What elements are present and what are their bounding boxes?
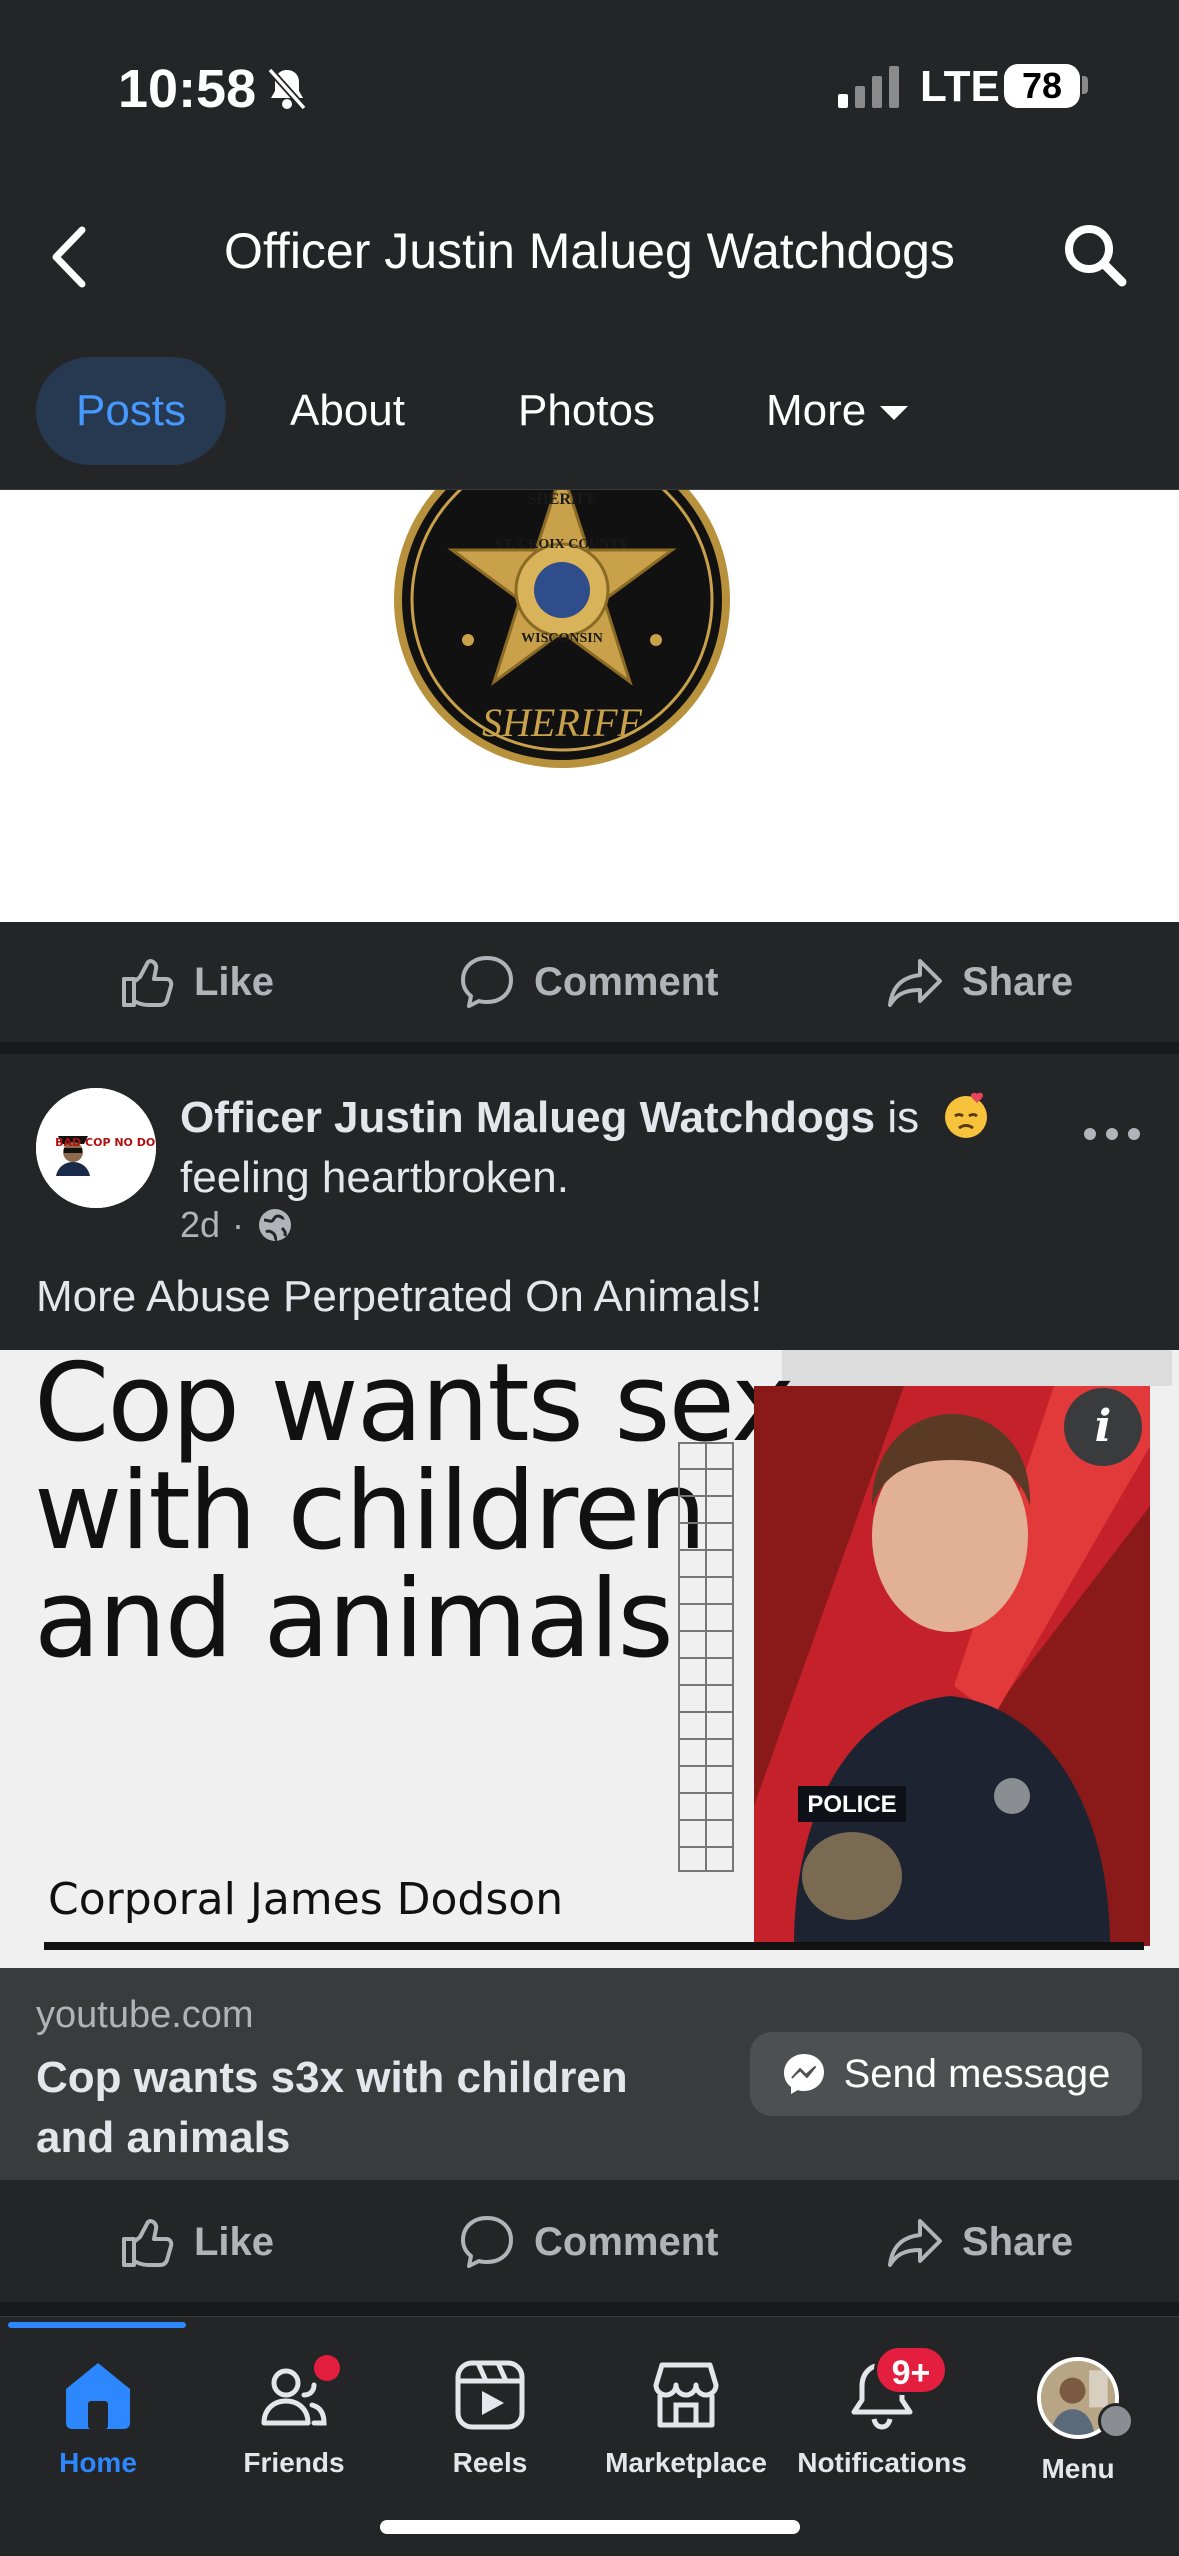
nav-marketplace-label: Marketplace	[605, 2447, 767, 2478]
tab-posts[interactable]: Posts	[36, 357, 226, 465]
post-author-line: Officer Justin Malueg Watchdogs is feeli…	[180, 1088, 1060, 1208]
share-arrow-icon	[888, 959, 942, 1007]
nav-menu[interactable]: Menu	[980, 2357, 1176, 2487]
tab-photos[interactable]: Photos	[518, 357, 655, 465]
share-label: Share	[962, 2219, 1074, 2264]
back-icon[interactable]	[46, 222, 96, 292]
send-message-button[interactable]: Send message	[750, 2032, 1142, 2116]
meta-dot: ·	[232, 1204, 245, 1245]
comment-label: Comment	[534, 2219, 719, 2264]
profile-tabs: Posts About Photos More	[0, 345, 1179, 490]
nav-friends-label: Friends	[243, 2447, 345, 2478]
thumb-top-band	[782, 1350, 1172, 1386]
feeling-prefix: is	[887, 1093, 920, 1142]
comment-label: Comment	[534, 959, 719, 1004]
author-name[interactable]: Officer Justin Malueg Watchdogs	[180, 1093, 875, 1142]
officer-photo: POLICE	[754, 1386, 1150, 1946]
heartbroken-emoji-icon	[945, 1092, 988, 1138]
home-indicator[interactable]	[380, 2520, 800, 2534]
post-text: More Abuse Perpetrated On Animals!	[36, 1272, 763, 1321]
nav-friends[interactable]: Friends	[196, 2355, 392, 2487]
comment-bubble-icon	[461, 2216, 513, 2268]
nav-marketplace[interactable]: Marketplace	[588, 2357, 784, 2487]
marketplace-icon	[653, 2362, 719, 2428]
badge-state-text: WISCONSIN	[521, 631, 603, 646]
badge-ring-text: ST. CROIX COUNTY	[495, 537, 629, 552]
nav-home[interactable]: Home	[0, 2357, 196, 2487]
status-bar: 10:58 LTE 78	[0, 0, 1179, 170]
page-header: Officer Justin Malueg Watchdogs	[0, 170, 1179, 345]
post-time[interactable]: 2d	[180, 1204, 220, 1246]
like-button[interactable]: Like	[118, 922, 274, 1042]
post-divider	[0, 2302, 1179, 2316]
share-arrow-icon	[888, 2219, 942, 2267]
avatar-logo-text: BAD COP NO DONUT	[55, 1136, 156, 1149]
post-image-sheriff-badge[interactable]: ST. CROIX COUNTY WISCONSIN SHERIFF SHERI…	[0, 490, 1179, 922]
nav-home-label: Home	[59, 2447, 137, 2478]
share-label: Share	[962, 959, 1074, 1004]
post-meta: 2d ·	[180, 1204, 294, 1246]
battery-indicator: 78	[1004, 64, 1080, 108]
active-tab-indicator	[8, 2322, 186, 2328]
thumbs-up-icon	[122, 959, 174, 1007]
notifications-count-badge: 9+	[874, 2345, 948, 2395]
messenger-icon	[783, 2054, 824, 2094]
network-type: LTE	[920, 62, 1000, 111]
share-button[interactable]: Share	[886, 922, 1073, 1042]
sheriff-badge-image: ST. CROIX COUNTY WISCONSIN SHERIFF SHERI…	[394, 490, 730, 768]
thumb-caption: Corporal James Dodson	[48, 1874, 564, 1925]
tab-about[interactable]: About	[290, 357, 405, 465]
info-icon[interactable]: i	[1064, 1388, 1142, 1466]
comment-button[interactable]: Comment	[458, 2182, 718, 2302]
nav-reels-label: Reels	[452, 2447, 528, 2478]
search-icon[interactable]	[1060, 220, 1130, 290]
like-button[interactable]: Like	[118, 2182, 274, 2302]
badge-bottom-text: SHERIFF	[482, 700, 643, 745]
author-avatar[interactable]: BAD COP NO DONUT	[36, 1088, 156, 1208]
badge-top-text: SHERIFF	[527, 491, 597, 508]
post-card: BAD COP NO DONUT Officer Justin Malueg W…	[0, 1054, 1179, 1350]
friends-notification-dot	[314, 2355, 340, 2381]
post-actions-1: Like Comment Share	[0, 922, 1179, 1042]
signal-icon	[838, 66, 899, 108]
nav-notifications-label: Notifications	[797, 2447, 967, 2478]
reels-icon	[455, 2360, 525, 2430]
link-title: Cop wants s3x with children and animals	[36, 2053, 628, 2162]
post-actions-2: Like Comment Share	[0, 2182, 1179, 2302]
comment-button[interactable]: Comment	[458, 922, 718, 1042]
tab-more-label: More	[766, 386, 867, 435]
thumbs-up-icon	[122, 2219, 174, 2267]
post-divider	[0, 1042, 1179, 1054]
like-label: Like	[194, 2219, 275, 2264]
like-label: Like	[194, 959, 275, 1004]
globe-icon	[259, 1209, 292, 1242]
police-patch-text: POLICE	[807, 1791, 896, 1818]
status-time: 10:58	[118, 59, 257, 119]
thumb-rule	[44, 1942, 1144, 1950]
chevron-down-icon	[880, 406, 909, 421]
more-options-icon[interactable]	[1082, 1122, 1142, 1146]
page-title: Officer Justin Malueg Watchdogs	[224, 223, 955, 279]
menu-settings-badge	[1098, 2403, 1134, 2439]
tab-more[interactable]: More	[766, 357, 909, 465]
home-icon	[66, 2363, 130, 2429]
share-button[interactable]: Share	[886, 2182, 1073, 2302]
comment-bubble-icon	[461, 956, 513, 1008]
feeling-text: feeling heartbroken.	[180, 1153, 569, 1202]
bad-cop-logo-icon: BAD COP NO DONUT	[36, 1088, 156, 1208]
nav-notifications[interactable]: 9+ Notifications	[784, 2345, 980, 2487]
link-preview-footer[interactable]: youtube.com Cop wants s3x with children …	[0, 1968, 1179, 2180]
nav-reels[interactable]: Reels	[392, 2357, 588, 2487]
battery-tip	[1082, 76, 1088, 94]
bell-off-icon	[267, 67, 307, 111]
send-message-label: Send message	[843, 2051, 1111, 2096]
thumb-grid-decoration	[678, 1442, 734, 1872]
link-preview-image[interactable]: Cop wants sex with children and animals …	[0, 1350, 1179, 1968]
nav-menu-label: Menu	[1041, 2453, 1115, 2484]
link-domain: youtube.com	[36, 1994, 254, 2036]
